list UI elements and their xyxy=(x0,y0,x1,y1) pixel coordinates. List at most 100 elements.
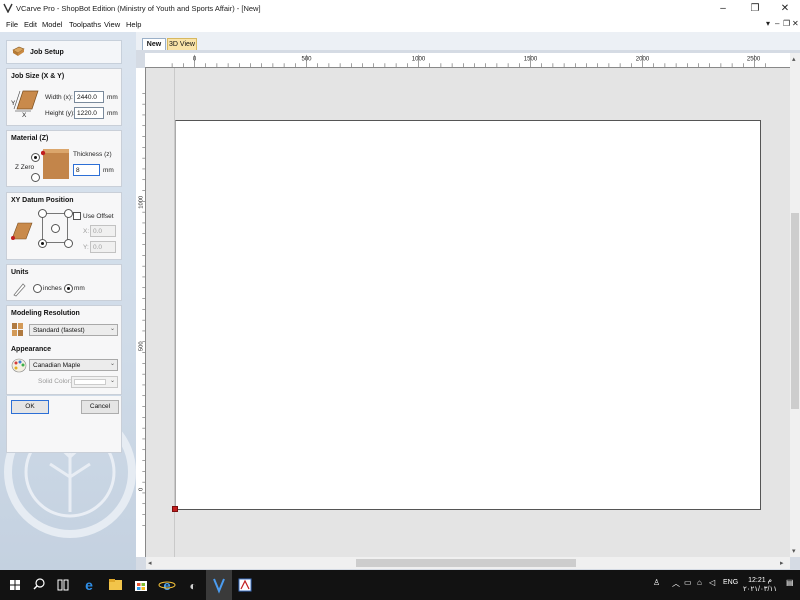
width-label: Width (x): xyxy=(45,94,73,101)
app-taskbar-icon[interactable]: ◐ xyxy=(180,570,206,600)
zzero-bottom-radio[interactable] xyxy=(31,173,40,182)
language-indicator[interactable]: ENG xyxy=(723,579,738,586)
solid-color-swatch xyxy=(74,379,106,385)
ruler-y-label-500: 500 xyxy=(138,341,144,352)
height-unit: mm xyxy=(107,110,118,117)
menu-toolpaths[interactable]: Toolpaths xyxy=(69,20,101,29)
height-input[interactable]: 1220.0 xyxy=(74,107,104,119)
appearance-select-value: Canadian Maple xyxy=(33,362,81,369)
horizontal-scrollbar[interactable]: ◂ ▸ xyxy=(146,557,790,569)
resolution-label: Modeling Resolution xyxy=(11,310,80,317)
menu-bar: File Edit Model Toolpaths View Help ▾ – … xyxy=(0,18,800,32)
chevron-down-icon: ⌄ xyxy=(109,378,115,384)
mdi-close-button[interactable]: ✕ xyxy=(792,19,799,28)
resolution-appearance-group: Modeling Resolution Standard (fastest) ⌄… xyxy=(6,305,122,395)
show-hidden-icons-chevron-icon[interactable]: ︿ xyxy=(672,578,680,589)
vertical-scroll-thumb[interactable] xyxy=(791,213,799,409)
windows-start-icon[interactable] xyxy=(2,570,28,600)
mdi-restore-button[interactable]: ❐ xyxy=(783,19,790,28)
x-axis-label: X xyxy=(22,112,27,119)
mdi-dropdown-icon[interactable]: ▾ xyxy=(766,19,770,28)
zzero-label: Z Zero xyxy=(15,164,35,171)
maximize-button[interactable]: ❐ xyxy=(740,0,770,18)
scroll-up-icon[interactable]: ▴ xyxy=(792,55,796,63)
dialog-buttons-area: OK Cancel xyxy=(6,396,122,453)
scroll-left-icon[interactable]: ◂ xyxy=(148,559,152,567)
minimize-button[interactable]: – xyxy=(708,0,738,18)
horizontal-scroll-thumb[interactable] xyxy=(356,559,576,567)
offset-y-input[interactable]: 0.0 xyxy=(90,241,116,253)
chevron-down-icon: ⌄ xyxy=(109,326,115,332)
title-bar: VCarve Pro - ShopBot Edition (Ministry o… xyxy=(0,0,800,18)
mdi-minimize-button[interactable]: – xyxy=(775,19,779,28)
scroll-down-icon[interactable]: ▾ xyxy=(792,547,796,555)
clock-time: 12:21 م xyxy=(748,577,772,584)
volume-icon[interactable]: ◁ xyxy=(709,578,715,587)
taskbar-clock[interactable]: 12:21 م ٢٠٢١/٠٣/١١ xyxy=(740,576,780,594)
offset-y-label: Y: xyxy=(83,244,89,251)
notifications-icon[interactable]: ▤ xyxy=(786,578,794,587)
people-icon[interactable]: ♙ xyxy=(653,578,660,587)
ruler-pencil-icon xyxy=(13,283,26,297)
origin-datum-marker xyxy=(172,506,178,512)
offset-x-label: X: xyxy=(83,228,90,235)
units-mm-label: mm xyxy=(74,285,85,292)
units-mm-radio[interactable] xyxy=(64,284,73,293)
task-view-icon[interactable] xyxy=(50,570,76,600)
tab-3d-view[interactable]: 3D View xyxy=(167,38,197,50)
job-material-sheet[interactable] xyxy=(175,120,761,510)
ruler-y-label-0: 0 xyxy=(138,487,144,491)
thickness-label: Thickness (z) xyxy=(73,151,112,158)
menu-model[interactable]: Model xyxy=(42,20,62,29)
design-app-taskbar-icon[interactable] xyxy=(232,570,258,600)
internet-explorer-icon[interactable]: e xyxy=(154,570,180,600)
menu-help[interactable]: Help xyxy=(126,20,141,29)
thickness-unit: mm xyxy=(103,167,114,174)
height-label: Height (y): xyxy=(45,110,75,117)
search-icon[interactable] xyxy=(26,570,52,600)
windows-taskbar: e e ◐ ♙ ︿ ▭ ⌂ ◁ ENG ▤ xyxy=(0,570,800,600)
ruler-x-label-0: 0 xyxy=(193,56,197,62)
network-icon[interactable]: ⌂ xyxy=(697,578,702,587)
units-group: Units inches mm xyxy=(6,264,122,301)
job-setup-title: Job Setup xyxy=(30,49,64,56)
width-input[interactable]: 2440.0 xyxy=(74,91,104,103)
units-inches-radio[interactable] xyxy=(33,284,42,293)
appearance-select[interactable]: Canadian Maple ⌄ xyxy=(29,359,118,371)
file-explorer-icon[interactable] xyxy=(102,570,128,600)
vcarve-taskbar-icon[interactable] xyxy=(206,570,232,600)
vertical-scrollbar[interactable]: ▴ ▾ xyxy=(790,53,800,557)
palette-icon xyxy=(11,358,27,373)
zzero-top-radio[interactable] xyxy=(31,153,40,162)
edge-browser-icon[interactable]: e xyxy=(76,570,102,600)
thickness-input[interactable]: 8 xyxy=(73,164,100,176)
solid-color-label: Solid Color: xyxy=(38,378,72,385)
cancel-button[interactable]: Cancel xyxy=(81,400,119,414)
offset-x-input[interactable]: 0.0 xyxy=(90,225,116,237)
ruler-x-label-2000: 2000 xyxy=(636,56,650,62)
datum-top-right-radio[interactable] xyxy=(64,209,73,218)
menu-view[interactable]: View xyxy=(104,20,120,29)
datum-center-radio[interactable] xyxy=(51,224,60,233)
menu-file[interactable]: File xyxy=(6,20,18,29)
svg-text:◐: ◐ xyxy=(189,579,196,593)
datum-bottom-right-radio[interactable] xyxy=(64,239,73,248)
battery-icon[interactable]: ▭ xyxy=(684,578,692,587)
svg-text:e: e xyxy=(85,577,93,593)
units-label: Units xyxy=(11,269,29,276)
resolution-select[interactable]: Standard (fastest) ⌄ xyxy=(29,324,118,336)
svg-text:e: e xyxy=(163,578,170,593)
ok-button[interactable]: OK xyxy=(11,400,49,414)
job-size-label: Job Size (X & Y) xyxy=(11,73,65,80)
store-icon[interactable] xyxy=(128,570,154,600)
scroll-right-icon[interactable]: ▸ xyxy=(780,559,784,567)
solid-color-select[interactable]: ⌄ xyxy=(71,376,118,388)
tab-new[interactable]: New xyxy=(142,38,166,50)
window-title: VCarve Pro - ShopBot Edition (Ministry o… xyxy=(16,4,261,13)
datum-bottom-left-radio[interactable] xyxy=(38,239,47,248)
menu-edit[interactable]: Edit xyxy=(24,20,37,29)
close-button[interactable]: ✕ xyxy=(770,0,800,18)
datum-top-left-radio[interactable] xyxy=(38,209,47,218)
y-axis-label: Y xyxy=(11,100,16,107)
use-offset-checkbox[interactable] xyxy=(73,212,81,220)
